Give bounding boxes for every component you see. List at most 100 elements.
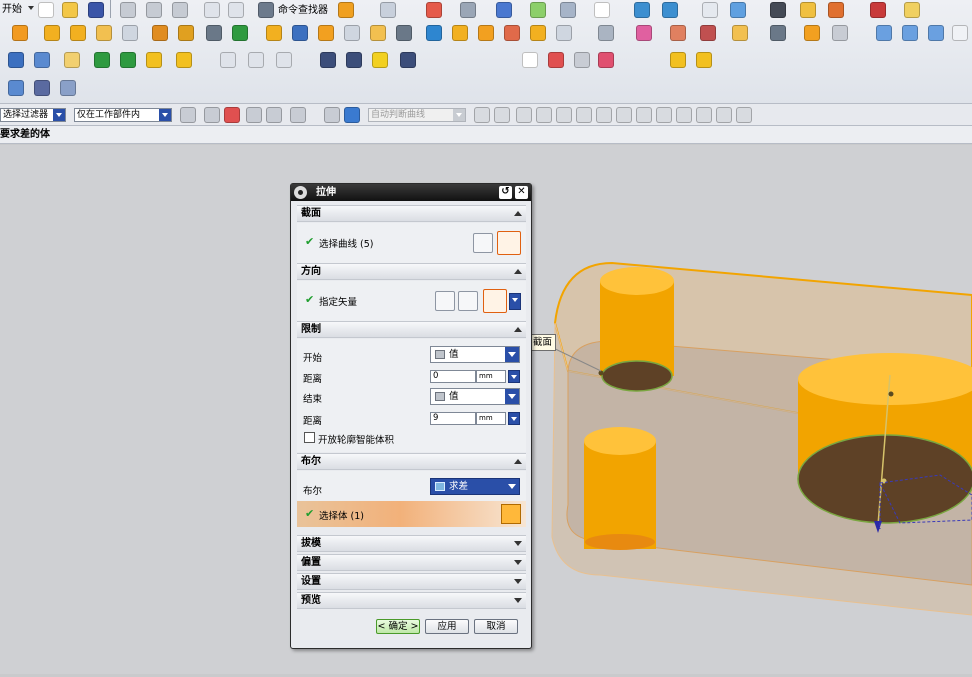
body-filter-icon[interactable]: [324, 107, 340, 123]
trim-body-icon[interactable]: [396, 25, 412, 41]
rectangle-select-icon[interactable]: [290, 107, 306, 123]
select-curve-button[interactable]: [497, 231, 521, 255]
unite-icon[interactable]: [206, 25, 222, 41]
feature-group-icon[interactable]: [176, 52, 192, 68]
draft-section-header[interactable]: 拔模: [297, 535, 526, 552]
offset-face-icon[interactable]: [504, 25, 520, 41]
snap-point-on-face-icon[interactable]: [716, 107, 732, 123]
sync-model-icon[interactable]: [598, 25, 614, 41]
measure-icon[interactable]: [870, 2, 886, 18]
undo-icon[interactable]: [204, 2, 220, 18]
mesh-surface-icon[interactable]: [902, 25, 918, 41]
grid-icon[interactable]: [548, 52, 564, 68]
document-icon[interactable]: [702, 2, 718, 18]
render-icon[interactable]: [828, 2, 844, 18]
snap-quadrant-icon[interactable]: [616, 107, 632, 123]
curve-arc-icon[interactable]: [248, 52, 264, 68]
start-type-select[interactable]: 值: [430, 346, 520, 363]
end-distance-spinner[interactable]: [508, 412, 520, 425]
chevron-down-icon[interactable]: [505, 347, 519, 362]
snap-circle-icon[interactable]: [656, 107, 672, 123]
cancel-button[interactable]: 取消: [474, 619, 518, 634]
cut-icon[interactable]: [120, 2, 136, 18]
split-body-icon[interactable]: [556, 25, 572, 41]
snap-existing-point-icon[interactable]: [636, 107, 652, 123]
select-body-cube-icon[interactable]: [501, 504, 521, 524]
fillet-icon[interactable]: [452, 25, 468, 41]
snap-control-icon[interactable]: [556, 107, 572, 123]
end-distance-input[interactable]: 9: [430, 412, 476, 425]
section-section-header[interactable]: 截面: [297, 205, 526, 222]
ok-button[interactable]: < 确定 >: [376, 619, 420, 634]
layer-settings-icon[interactable]: [560, 2, 576, 18]
delete-face-icon[interactable]: [670, 25, 686, 41]
star-icon[interactable]: [800, 2, 816, 18]
start-distance-input[interactable]: 0: [430, 370, 476, 383]
follow-fillet-icon[interactable]: [494, 107, 510, 123]
open-folder-icon[interactable]: [62, 2, 78, 18]
assembly-constraint-icon[interactable]: [8, 52, 24, 68]
end-type-select[interactable]: 值: [430, 388, 520, 405]
wave-link-icon[interactable]: [94, 52, 110, 68]
snap-endpoint-icon[interactable]: [516, 107, 532, 123]
paste-icon[interactable]: [172, 2, 188, 18]
pad-icon[interactable]: [178, 25, 194, 41]
curve-text-icon[interactable]: [276, 52, 292, 68]
start-distance-spinner[interactable]: [508, 370, 520, 383]
select-curve-label[interactable]: 选择曲线 (5): [319, 236, 373, 250]
chevron-up-icon[interactable]: [511, 323, 524, 336]
move-icon[interactable]: [770, 2, 786, 18]
snap-arc-center-icon[interactable]: [596, 107, 612, 123]
assembly-nav-icon[interactable]: [662, 2, 678, 18]
blend-face-icon[interactable]: [478, 25, 494, 41]
revolve-icon[interactable]: [70, 25, 86, 41]
inferred-vector-button[interactable]: [483, 289, 507, 313]
chevron-up-icon[interactable]: [511, 207, 524, 220]
copy-icon[interactable]: [146, 2, 162, 18]
new-file-icon[interactable]: [38, 2, 54, 18]
chevron-down-icon[interactable]: [53, 109, 65, 121]
analysis-icon[interactable]: [730, 2, 746, 18]
lasso-icon[interactable]: [246, 107, 262, 123]
stop-at-intersection-icon[interactable]: [474, 107, 490, 123]
chevron-down-icon[interactable]: [505, 389, 519, 404]
chevron-down-icon[interactable]: [511, 537, 524, 550]
extrude-icon[interactable]: [44, 25, 60, 41]
chevron-down-icon[interactable]: [453, 109, 465, 121]
snap-midpoint-icon[interactable]: [536, 107, 552, 123]
select-body-row[interactable]: ✔ 选择体 (1): [297, 501, 526, 527]
mirror-face-icon[interactable]: [804, 25, 820, 41]
scope-select[interactable]: 仅在工作部件内: [74, 108, 172, 122]
snap-point-icon[interactable]: [426, 2, 442, 18]
boss-icon[interactable]: [122, 25, 138, 41]
chamfer-icon[interactable]: [292, 25, 308, 41]
chevron-down-icon[interactable]: [511, 556, 524, 569]
specify-vector-label[interactable]: 指定矢量: [319, 294, 357, 308]
open-profile-label[interactable]: 开放轮廓智能体积: [318, 432, 394, 446]
direction-section-header[interactable]: 方向: [297, 263, 526, 280]
draft-icon[interactable]: [344, 25, 360, 41]
edge-blend-icon[interactable]: [266, 25, 282, 41]
reverse-direction-button[interactable]: [435, 291, 455, 311]
gear-icon[interactable]: [294, 186, 307, 199]
solid-body-icon[interactable]: [344, 107, 360, 123]
curve-rule-select[interactable]: 自动判断曲线: [368, 108, 466, 122]
apply-button[interactable]: 应用: [425, 619, 469, 634]
rib-icon[interactable]: [64, 52, 80, 68]
component-nav-icon[interactable]: [8, 80, 24, 96]
vector-type-dropdown[interactable]: [509, 293, 521, 310]
sweep-icon[interactable]: [928, 25, 944, 41]
component-icon[interactable]: [34, 52, 50, 68]
subtract-icon[interactable]: [232, 25, 248, 41]
hole-icon[interactable]: [96, 25, 112, 41]
pattern-icon[interactable]: [370, 25, 386, 41]
vector-constructor-button[interactable]: [458, 291, 478, 311]
select-cursor-icon[interactable]: [380, 2, 396, 18]
display-mode-icon[interactable]: [594, 2, 610, 18]
command-finder-button[interactable]: 命令查找器: [278, 1, 328, 16]
resize-face-icon[interactable]: [732, 25, 748, 41]
surface-icon[interactable]: [876, 25, 892, 41]
chevron-down-icon[interactable]: [511, 575, 524, 588]
extract-icon[interactable]: [120, 52, 136, 68]
offset-section-header[interactable]: 偏置: [297, 554, 526, 571]
